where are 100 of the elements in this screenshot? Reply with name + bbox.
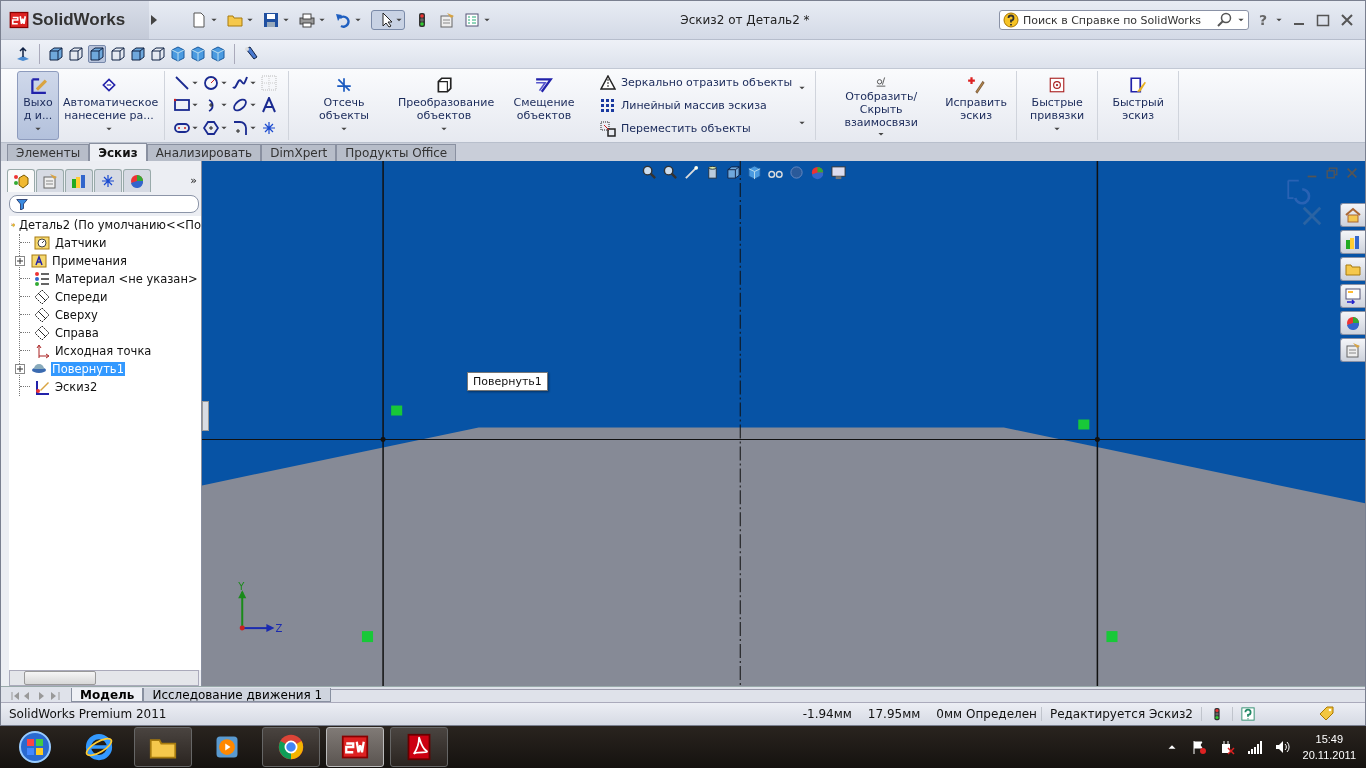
ribbon-button[interactable]: Отсечь объекты: [294, 71, 394, 140]
panel-tab[interactable]: [123, 169, 151, 192]
task-pane-tab[interactable]: [1340, 203, 1365, 227]
splitter-handle[interactable]: [202, 401, 209, 431]
tree-item[interactable]: Сверху: [54, 308, 99, 322]
sketch-point[interactable]: [380, 436, 386, 442]
tree-item[interactable]: Деталь2 (По умолчанию<<По: [9, 216, 201, 234]
help-icon[interactable]: [1241, 707, 1255, 721]
tab[interactable]: Элементы: [7, 144, 90, 161]
cylinder-icon[interactable]: [705, 165, 720, 180]
task-pane-tab[interactable]: [1340, 230, 1365, 254]
shaded-cube-icon[interactable]: [726, 165, 741, 180]
command-button[interactable]: Переместить объекты: [600, 120, 793, 137]
taskbar-button[interactable]: [134, 727, 192, 767]
wireframe-cube-icon[interactable]: [110, 46, 126, 62]
help-button[interactable]: ?: [1258, 12, 1267, 28]
tree-item[interactable]: Эскиз2: [54, 380, 99, 394]
taskbar-button[interactable]: [326, 727, 384, 767]
tree-item[interactable]: Датчики: [54, 236, 108, 250]
checklist-icon[interactable]: [464, 12, 480, 28]
tree-item[interactable]: Спереди: [54, 290, 109, 304]
panel-tab[interactable]: [65, 169, 93, 192]
tree-item[interactable]: Исходная точка: [54, 344, 153, 358]
more-tabs-button[interactable]: »: [190, 174, 197, 187]
ribbon-button[interactable]: Автоматическое нанесение ра...: [59, 71, 159, 140]
task-pane-tab[interactable]: [1340, 311, 1365, 335]
speaker-icon[interactable]: [1274, 739, 1291, 755]
task-pane-tab[interactable]: [1340, 338, 1365, 362]
flag-icon[interactable]: [1190, 739, 1207, 755]
task-pane-tab[interactable]: [1340, 284, 1365, 308]
app-logo[interactable]: SolidWorks: [1, 1, 149, 39]
maximize-icon[interactable]: [1315, 12, 1331, 28]
ribbon-button[interactable]: Смещение объектов: [494, 71, 594, 140]
tree-item[interactable]: Материал <не указан>: [54, 272, 199, 286]
clock[interactable]: 15:49 20.11.2011: [1302, 731, 1356, 763]
signal-bars-icon[interactable]: [1246, 739, 1263, 755]
fillet-tool-icon[interactable]: [232, 120, 248, 137]
flashlight-icon[interactable]: [243, 46, 259, 62]
point-tool-icon[interactable]: [261, 120, 277, 137]
panel-tab[interactable]: [7, 169, 35, 192]
expand-toggle[interactable]: [15, 364, 25, 374]
ribbon-button[interactable]: Быстрый эскиз: [1103, 71, 1174, 140]
solid-cube-icon[interactable]: [190, 46, 206, 62]
wireframe-cube-icon[interactable]: [150, 46, 166, 62]
tab[interactable]: Модель: [71, 688, 144, 702]
task-pane-tab[interactable]: [1340, 257, 1365, 281]
ellipse-tool-icon[interactable]: [232, 97, 248, 114]
text-tool-icon[interactable]: [261, 97, 277, 114]
panel-tab[interactable]: [94, 169, 122, 192]
select-tool-button[interactable]: [371, 10, 405, 30]
command-button[interactable]: Зеркально отразить объекты: [600, 74, 793, 91]
tab[interactable]: DimXpert: [261, 144, 337, 161]
search-field[interactable]: Поиск в Справке по SolidWorks: [998, 10, 1249, 30]
magnifier-icon[interactable]: [642, 165, 657, 180]
color-ball-icon[interactable]: [810, 165, 825, 180]
ribbon-button[interactable]: Исправить эскиз: [941, 71, 1012, 140]
horizontal-scrollbar[interactable]: [9, 670, 199, 686]
centerline[interactable]: [739, 161, 741, 686]
tab[interactable]: Анализировать: [146, 144, 262, 161]
tab[interactable]: Эскиз: [89, 143, 147, 161]
tab[interactable]: Исследование движения 1: [143, 688, 332, 702]
ribbon-button[interactable]: Выхо д и...: [17, 71, 59, 140]
monitor-icon[interactable]: [831, 165, 846, 180]
sketch-point[interactable]: [1094, 436, 1100, 442]
spline-tool-icon[interactable]: [232, 74, 248, 91]
tag-icon[interactable]: [1319, 706, 1335, 722]
filter-field[interactable]: [9, 195, 199, 213]
wireframe-cube-icon[interactable]: [68, 46, 84, 62]
caret-icon[interactable]: [877, 130, 886, 137]
tree-item[interactable]: Справа: [54, 326, 100, 340]
printer-icon[interactable]: [299, 12, 315, 28]
expand-toggle[interactable]: [15, 256, 25, 266]
shaded-cube-icon[interactable]: [89, 46, 105, 62]
ribbon-button[interactable]: Преобразование объектов: [394, 71, 494, 140]
taskbar-button[interactable]: [262, 727, 320, 767]
sketch-line[interactable]: [1096, 161, 1099, 686]
tab[interactable]: Продукты Office: [336, 144, 457, 161]
ribbon-button[interactable]: Быстрые привязки: [1022, 71, 1093, 140]
shaded-cube-icon[interactable]: [130, 46, 146, 62]
sketch-line[interactable]: [202, 438, 1365, 440]
circle-tool-icon[interactable]: [203, 74, 219, 91]
tree-item[interactable]: Примечания: [51, 254, 128, 268]
rectangle-tool-icon[interactable]: [174, 97, 190, 114]
plane-arrow-icon[interactable]: [15, 46, 31, 62]
command-button[interactable]: Линейный массив эскиза: [600, 97, 793, 114]
solid-cube-icon[interactable]: [747, 165, 762, 180]
magnifier-icon[interactable]: [663, 165, 678, 180]
shaded-cube-icon[interactable]: [48, 46, 64, 62]
expand-menu-icon[interactable]: [151, 15, 157, 25]
wand-icon[interactable]: [684, 165, 699, 180]
clipboard-icon[interactable]: [439, 12, 455, 28]
line-tool-icon[interactable]: [174, 74, 190, 91]
solid-cube-icon[interactable]: [210, 46, 226, 62]
taskbar-button[interactable]: [390, 727, 448, 767]
close-icon[interactable]: [1339, 12, 1355, 28]
ribbon-button[interactable]: Отобразить/Скрыть взаимосвязи: [821, 71, 942, 140]
polygon-tool-icon[interactable]: [203, 120, 219, 137]
document-icon[interactable]: [191, 12, 207, 28]
solid-cube-icon[interactable]: [170, 46, 186, 62]
undo-icon[interactable]: [335, 12, 351, 28]
